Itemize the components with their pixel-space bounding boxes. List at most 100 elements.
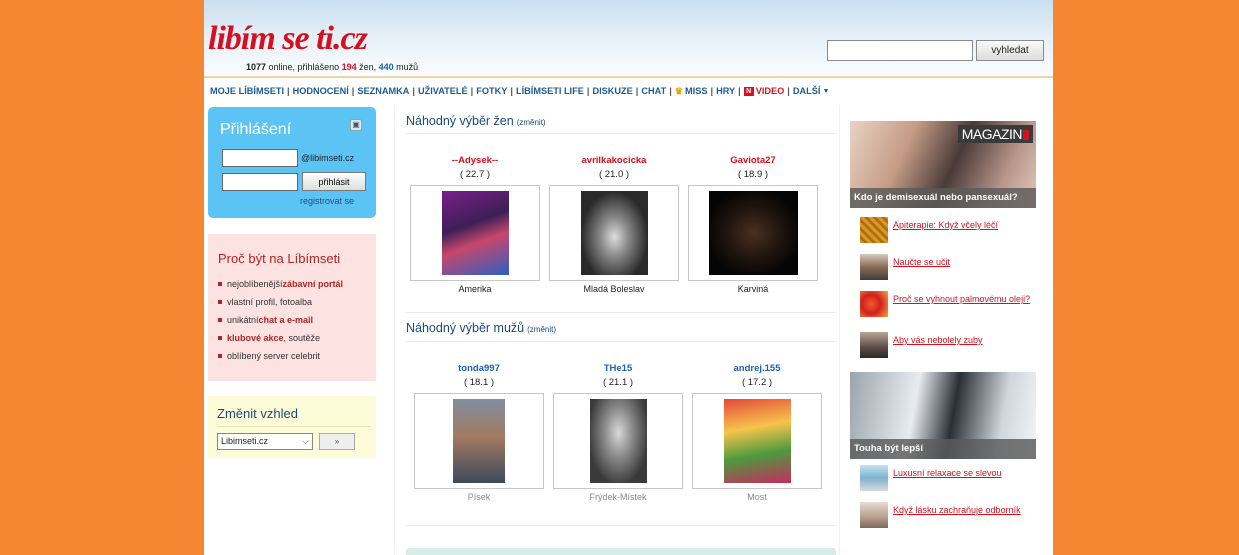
profile-name[interactable]: Gaviota27: [688, 155, 818, 167]
profile-card[interactable]: avrilkakocicka ( 21.0 ) Mladá Boleslav: [549, 155, 679, 296]
magazine-logo-mark: [1023, 130, 1029, 141]
nav-fotky[interactable]: FOTKY: [476, 86, 507, 96]
skin-select[interactable]: Libimseti.cz ⌵: [217, 433, 313, 450]
login-button[interactable]: přihlásit: [302, 172, 366, 191]
why-item: nejoblíbenější zábavní portál: [218, 275, 343, 293]
article-thumbnail[interactable]: [860, 217, 888, 243]
register-link[interactable]: registrovat se: [300, 196, 354, 206]
profile-photo[interactable]: [453, 399, 505, 483]
article-link[interactable]: Luxusní relaxace se slevou: [893, 465, 1002, 480]
article-link[interactable]: Apiterapie: Když včely léčí: [893, 217, 998, 232]
profile-score: ( 21.0 ): [598, 169, 630, 180]
article-thumbnail[interactable]: [860, 291, 888, 317]
profile-photo-frame[interactable]: [410, 185, 540, 281]
profile-name[interactable]: --Adysek--: [410, 155, 540, 167]
profile-photo-frame[interactable]: [553, 393, 683, 489]
women-count: 194: [341, 62, 357, 72]
nav-separator: |: [287, 86, 290, 96]
nav-miss[interactable]: MISS: [685, 86, 707, 96]
magazine-banner[interactable]: MAGAZIN Kdo je demisexuál nebo pansexuál…: [850, 121, 1036, 208]
skin-apply-button[interactable]: »: [319, 433, 355, 450]
nav-moje-libimseti[interactable]: MOJE LÍBÍMSETI: [210, 86, 284, 96]
profile-card[interactable]: andrej.155 ( 17.2 ) Most: [692, 363, 822, 504]
bullet-icon: [218, 336, 222, 340]
promo-caption[interactable]: Touha být lepší: [850, 438, 1036, 459]
profile-photo-frame[interactable]: [692, 393, 822, 489]
why-list: nejoblíbenější zábavní portál vlastní pr…: [218, 275, 343, 365]
nav-chat[interactable]: CHAT: [641, 86, 666, 96]
men-section-title-text: Náhodný výběr mužů: [406, 321, 525, 335]
password-input[interactable]: [222, 173, 298, 191]
article-item[interactable]: Aby vás nebolely zuby: [860, 332, 983, 360]
why-item: unikátní chat a e-mail: [218, 311, 343, 329]
article-thumbnail[interactable]: [860, 254, 888, 280]
chevron-down-icon[interactable]: ▼: [822, 88, 829, 95]
magazine-caption[interactable]: Kdo je demisexuál nebo pansexuál?: [850, 187, 1036, 208]
nav-uzivatele[interactable]: UŽIVATELÉ: [418, 86, 468, 96]
nav-video[interactable]: VIDEO: [756, 86, 785, 96]
profile-card[interactable]: --Adysek-- ( 22.7 ) Amerika: [410, 155, 540, 296]
right-sidebar: MAGAZIN Kdo je demisexuál nebo pansexuál…: [850, 121, 1036, 555]
login-info-icon[interactable]: ▣: [350, 119, 362, 131]
nav-libimseti-life[interactable]: LÍBÍMSETI LIFE: [516, 86, 584, 96]
article-item[interactable]: Když lásku zachraňuje odborník: [860, 502, 1021, 530]
article-item[interactable]: Luxusní relaxace se slevou: [860, 465, 1002, 493]
site-logo[interactable]: libím se ti.cz: [208, 22, 368, 56]
chevron-down-icon: ⌵: [302, 436, 309, 446]
search-input[interactable]: [827, 40, 973, 61]
profile-photo-frame[interactable]: [414, 393, 544, 489]
nav-separator: |: [351, 86, 355, 96]
article-item[interactable]: Naučte se učit: [860, 254, 950, 282]
nav-seznamka[interactable]: SEZNAMKA: [357, 86, 409, 96]
profile-name[interactable]: andrej.155: [692, 363, 822, 375]
why-box: Proč být na Líbímseti nejoblíbenější záb…: [208, 234, 376, 381]
article-thumbnail[interactable]: [860, 465, 888, 491]
skin-box: Změnit vzhled Libimseti.cz ⌵ »: [208, 396, 376, 458]
article-link[interactable]: Naučte se učit: [893, 254, 950, 269]
profile-photo[interactable]: [581, 191, 648, 275]
main-content: Náhodný výběr žen (změnit) --Adysek-- ( 2…: [394, 105, 840, 555]
promo-banner[interactable]: Touha být lepší: [850, 372, 1036, 459]
search-button[interactable]: vyhledat: [976, 40, 1044, 61]
profile-name[interactable]: THe15: [553, 363, 683, 375]
profile-photo[interactable]: [442, 191, 509, 275]
article-thumbnail[interactable]: [860, 332, 888, 358]
nav-hry[interactable]: HRY: [716, 86, 735, 96]
username-input[interactable]: [222, 149, 298, 167]
article-thumbnail[interactable]: [860, 502, 888, 528]
nav-separator: |: [510, 86, 513, 96]
why-item-text: oblíbený server celebrit: [227, 351, 321, 361]
bullet-icon: [218, 282, 222, 286]
profile-name[interactable]: avrilkakocicka: [549, 155, 679, 167]
nav-separator: |: [470, 86, 474, 96]
video-badge-icon: N: [743, 86, 754, 96]
profile-photo[interactable]: [724, 399, 791, 483]
profile-name[interactable]: tonda997: [414, 363, 544, 375]
why-item-strong: klubové akce: [227, 333, 284, 343]
profile-score: ( 22.7 ): [459, 169, 491, 180]
main-nav: MOJE LÍBÍMSETI | HODNOCENÍ | SEZNAMKA | UŽI…: [210, 84, 1050, 98]
profile-card[interactable]: tonda997 ( 18.1 ) Písek: [414, 363, 544, 504]
profile-card[interactable]: THe15 ( 21.1 ) Frýdek-Místek: [553, 363, 683, 504]
profile-score: ( 18.9 ): [737, 169, 769, 180]
article-item[interactable]: Apiterapie: Když včely léčí: [860, 217, 998, 245]
nav-diskuze[interactable]: DISKUZE: [592, 86, 632, 96]
profile-card[interactable]: Gaviota27 ( 18.9 ) Karviná: [688, 155, 818, 296]
nav-dalsi[interactable]: DALŠÍ: [793, 86, 821, 96]
profile-photo-frame[interactable]: [549, 185, 679, 281]
nav-hodnoceni[interactable]: HODNOCENÍ: [293, 86, 349, 96]
article-link[interactable]: Když lásku zachraňuje odborník: [893, 502, 1021, 517]
article-link[interactable]: Proč se vyhnout palmovému oleji?: [893, 291, 1030, 306]
nav-separator: |: [586, 86, 590, 96]
nav-separator: |: [738, 86, 741, 96]
why-item-post: , soutěže: [283, 333, 321, 343]
article-item[interactable]: Proč se vyhnout palmovému oleji?: [860, 291, 1030, 319]
profile-photo-frame[interactable]: [688, 185, 818, 281]
divider: [406, 525, 836, 526]
why-item: klubové akce, soutěže: [218, 329, 343, 347]
women-change-link[interactable]: (změnit): [517, 118, 546, 127]
article-link[interactable]: Aby vás nebolely zuby: [893, 332, 983, 347]
profile-photo[interactable]: [709, 191, 798, 275]
men-change-link[interactable]: (změnit): [527, 325, 556, 334]
profile-photo[interactable]: [590, 399, 647, 483]
